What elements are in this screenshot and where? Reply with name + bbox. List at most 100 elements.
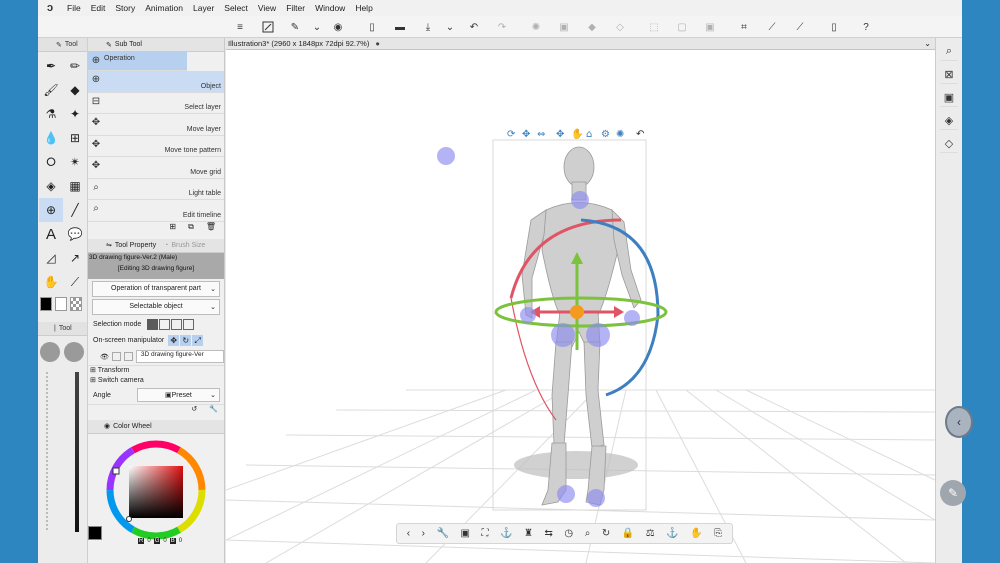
- side-panel-handle-icon[interactable]: ‹: [945, 406, 973, 438]
- figure-manipulator-bar[interactable]: ⟳ ✥ ⇔ ✥ ✋ ⌂ ⚙ ✺ ↶: [507, 127, 644, 140]
- selection-mode-new-icon[interactable]: [147, 319, 159, 330]
- chevron-down-icon[interactable]: ⌄: [309, 19, 325, 35]
- navigator-icon[interactable]: ⌕: [940, 43, 958, 61]
- camera-icon[interactable]: ▣: [461, 528, 470, 539]
- deselect-icon[interactable]: ▢: [674, 19, 690, 35]
- eraser-tool-icon[interactable]: ◆: [63, 78, 87, 102]
- transparent-swatch[interactable]: [70, 297, 82, 311]
- document-tab[interactable]: Illustration3* (2960 x 1848px 72dpi 92.7…: [228, 39, 369, 48]
- menu-filter[interactable]: Filter: [281, 3, 310, 13]
- switch-camera-section[interactable]: ⊞ Switch camera: [88, 376, 224, 387]
- material-icon[interactable]: ▣: [940, 89, 958, 107]
- help-icon[interactable]: ?: [858, 19, 874, 35]
- transform-section[interactable]: ⊞ Transform: [88, 364, 224, 376]
- joint-handles[interactable]: [437, 147, 640, 507]
- eyedropper-tool-icon[interactable]: ⟋: [63, 270, 87, 294]
- selectable-object-dropdown[interactable]: Selectable object ⌄: [92, 298, 220, 315]
- size-slider[interactable]: [75, 372, 79, 532]
- pen-tool-icon[interactable]: ✒: [39, 54, 63, 78]
- menu-story[interactable]: Story: [110, 3, 140, 13]
- preset-dropdown[interactable]: ▣ Preset ⌄: [136, 388, 220, 402]
- rotate-manipulator-icon[interactable]: ↻: [180, 335, 192, 346]
- chevron-left-icon[interactable]: ‹: [407, 528, 410, 539]
- view-icon[interactable]: ◉: [330, 19, 346, 35]
- text-tool-icon[interactable]: A: [39, 222, 63, 246]
- register-icon[interactable]: ⎘: [714, 528, 722, 539]
- selection-mode-add-icon[interactable]: [159, 319, 171, 330]
- pencil-tool-icon[interactable]: ✏: [63, 54, 87, 78]
- ground-icon[interactable]: ⚓: [500, 528, 512, 539]
- selection-mode-sub-icon[interactable]: [171, 319, 183, 330]
- flip-icon[interactable]: ⇆: [545, 528, 553, 539]
- reset-pose-icon[interactable]: ↻: [602, 528, 610, 539]
- hand-tool-icon[interactable]: ✋: [39, 270, 63, 294]
- app-logo-icon[interactable]: ɔ: [38, 2, 62, 14]
- add-subtool-icon[interactable]: ⊞: [169, 222, 176, 235]
- sub-color-swatch[interactable]: [55, 297, 67, 311]
- balloon-tool-icon[interactable]: 💬: [63, 222, 87, 246]
- brush-size-dot-large[interactable]: [40, 342, 60, 362]
- layer-check-box[interactable]: [111, 352, 121, 361]
- subtool-move-layer[interactable]: ✥ Move layer: [88, 114, 224, 136]
- wrench-icon[interactable]: 🔧: [437, 528, 449, 539]
- copy-subtool-icon[interactable]: ⧉: [188, 222, 194, 235]
- new-file-icon[interactable]: ▯: [364, 19, 380, 35]
- body-shape-icon[interactable]: ⚖: [646, 528, 655, 539]
- auto-select-icon[interactable]: ✴: [63, 150, 87, 174]
- fit-screen-icon[interactable]: [260, 19, 276, 35]
- edit-pencil-icon[interactable]: ✎: [940, 480, 966, 506]
- clock-icon[interactable]: ◷: [564, 528, 573, 539]
- smartphone-icon[interactable]: ▯: [826, 19, 842, 35]
- zoom-icon[interactable]: ⌕: [585, 528, 591, 539]
- sub-view-icon[interactable]: ⊠: [940, 66, 958, 84]
- lasso-tool-icon[interactable]: ⭘: [39, 150, 63, 174]
- color-wheel[interactable]: [88, 434, 225, 549]
- invert-selection-icon[interactable]: ▣: [702, 19, 718, 35]
- subtool-operation[interactable]: ⊕ Operation: [88, 52, 187, 71]
- hamburger-menu-icon[interactable]: ≡: [232, 19, 248, 35]
- selection-mode-int-icon[interactable]: [183, 319, 195, 330]
- close-tab-icon[interactable]: ●: [375, 39, 380, 48]
- subtool-light-table[interactable]: ⌕ Light table: [88, 179, 224, 200]
- snap-pen-icon[interactable]: ⟋: [792, 19, 808, 35]
- correct-line-icon[interactable]: ↗: [63, 246, 87, 270]
- layer-property-icon[interactable]: ◈: [940, 112, 958, 130]
- subtool-select-layer[interactable]: ⊟ Select layer: [88, 93, 224, 114]
- figure-pose-icon[interactable]: ♜: [524, 528, 533, 539]
- save-icon[interactable]: ⤓: [420, 19, 436, 35]
- snap-ruler-icon[interactable]: ⌗: [736, 19, 752, 35]
- canvas-area[interactable]: Illustration3* (2960 x 1848px 72dpi 92.7…: [226, 38, 935, 563]
- picker-icon[interactable]: ✎: [287, 19, 303, 35]
- menu-select[interactable]: Select: [219, 3, 253, 13]
- transform-icon[interactable]: ◇: [612, 19, 628, 35]
- brush-tool-icon[interactable]: 🖌: [39, 78, 63, 102]
- menu-view[interactable]: View: [253, 3, 281, 13]
- clear-icon[interactable]: ▣: [556, 19, 572, 35]
- operation-tool-icon[interactable]: ⊕: [39, 198, 63, 222]
- chevron-right-icon[interactable]: ›: [422, 528, 425, 539]
- main-color-swatch[interactable]: [40, 297, 52, 311]
- lock-icon[interactable]: 🔒: [622, 528, 634, 539]
- subtool-move-tone-pattern[interactable]: ✥ Move tone pattern: [88, 136, 224, 157]
- layer-dropdown[interactable]: 3D drawing figure-Ver: [135, 350, 224, 363]
- menu-file[interactable]: File: [62, 3, 86, 13]
- move-manipulator-icon[interactable]: ✥: [168, 335, 180, 346]
- menu-edit[interactable]: Edit: [86, 3, 111, 13]
- scale-manipulator-icon[interactable]: ⤢: [192, 335, 204, 346]
- undo-icon[interactable]: ↶: [466, 19, 482, 35]
- loading-icon[interactable]: ✺: [528, 19, 544, 35]
- line-tool-icon[interactable]: ╱: [63, 198, 87, 222]
- menu-animation[interactable]: Animation: [140, 3, 188, 13]
- brush-size-dot-large-2[interactable]: [64, 342, 84, 362]
- operation-transparent-dropdown[interactable]: Operation of transparent part ⌄: [92, 280, 220, 297]
- chevron-down-icon[interactable]: ⌄: [924, 39, 931, 48]
- sparkle-tool-icon[interactable]: ✦: [63, 102, 87, 126]
- blend-tool-icon[interactable]: 💧: [39, 126, 63, 150]
- hand-disabled-icon[interactable]: ✋: [690, 528, 702, 539]
- menu-window[interactable]: Window: [310, 3, 350, 13]
- fill-tool-icon[interactable]: ◈: [39, 174, 63, 198]
- gradient-tool-icon[interactable]: ▦: [63, 174, 87, 198]
- fill-icon[interactable]: ◆: [584, 19, 600, 35]
- menu-layer[interactable]: Layer: [188, 3, 219, 13]
- decoration-tool-icon[interactable]: ⚗: [39, 102, 63, 126]
